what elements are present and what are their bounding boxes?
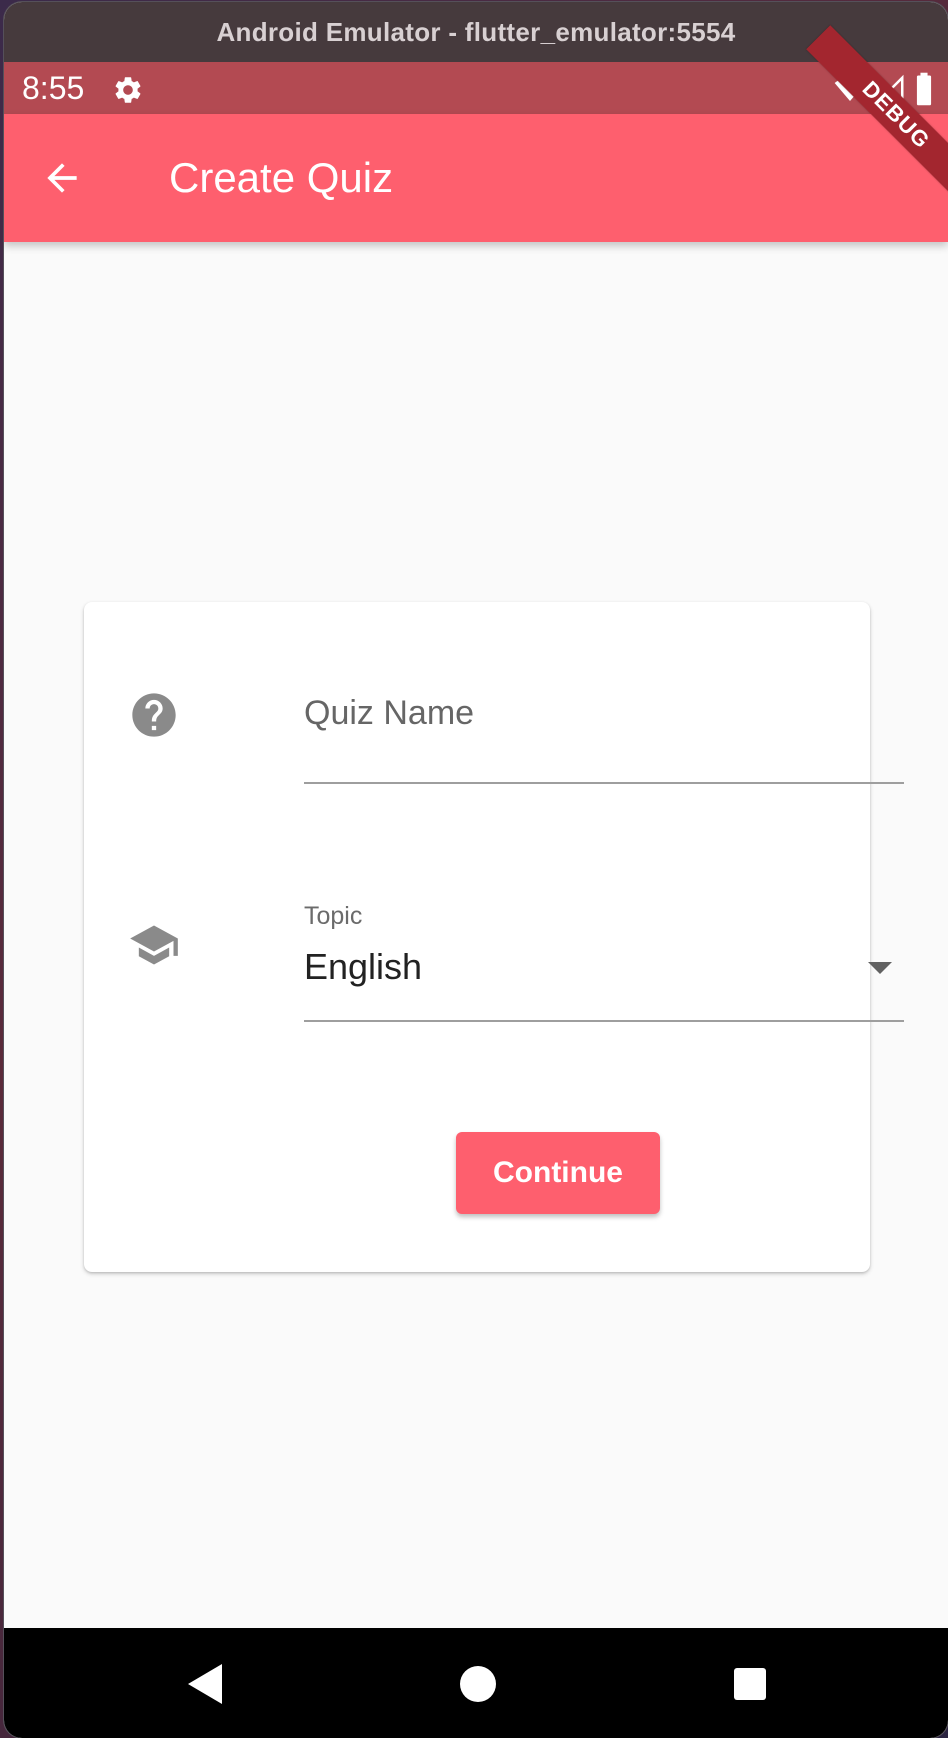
topic-label: Topic: [304, 902, 363, 930]
help-circle-icon: [132, 693, 176, 737]
window-title: Android Emulator - flutter_emulator:5554: [4, 2, 948, 62]
status-time: 8:55: [22, 70, 85, 106]
android-nav-bar: [4, 1628, 948, 1738]
school-cap-icon: [130, 925, 178, 965]
dropdown-arrow-icon: [868, 962, 892, 974]
app-bar: Create Quiz: [4, 114, 948, 242]
emulator-window: Android Emulator - flutter_emulator:5554…: [4, 2, 948, 1738]
quiz-form-card: Topic English Continue: [84, 602, 904, 1272]
status-bar: 8:55: [4, 62, 948, 114]
back-button[interactable]: [34, 150, 90, 206]
settings-gear-icon: [115, 77, 141, 103]
battery-icon: [916, 72, 932, 106]
arrow-back-icon: [47, 163, 77, 193]
recents-square-icon: [734, 1668, 766, 1700]
nav-home-button[interactable]: [446, 1652, 510, 1716]
emulator-frame: Android Emulator - flutter_emulator:5554…: [0, 0, 948, 1738]
topic-selected-value: English: [304, 946, 423, 987]
nav-back-button[interactable]: [174, 1652, 238, 1716]
quiz-name-input[interactable]: [304, 694, 904, 733]
quiz-name-field[interactable]: [304, 682, 904, 784]
page-title: Create Quiz: [169, 154, 394, 201]
topic-dropdown[interactable]: Topic English: [304, 902, 904, 1022]
home-circle-icon: [460, 1666, 496, 1702]
content-area: Topic English Continue: [4, 242, 948, 1628]
back-triangle-icon: [188, 1664, 222, 1704]
nav-recents-button[interactable]: [718, 1652, 782, 1716]
continue-button[interactable]: Continue: [456, 1132, 660, 1214]
